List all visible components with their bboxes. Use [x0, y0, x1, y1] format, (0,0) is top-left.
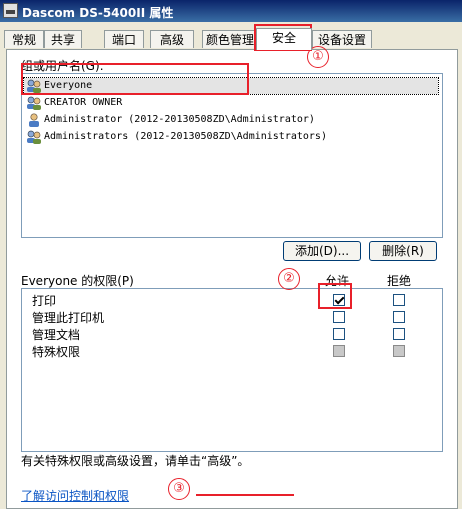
add-button[interactable]: 添加(D)... — [283, 241, 361, 261]
permission-name: 管理此打印机 — [32, 311, 105, 325]
user-group-icon — [27, 130, 41, 144]
user-name: Administrators (2012-20130508ZD\Administ… — [44, 131, 327, 142]
deny-manage-documents-checkbox[interactable] — [393, 328, 405, 340]
deny-special-checkbox — [393, 345, 405, 357]
user-group-icon — [27, 96, 41, 110]
highlight-everyone — [21, 63, 249, 95]
printer-icon — [3, 3, 18, 18]
permission-name: 管理文档 — [32, 328, 81, 342]
annotation-3: ③ — [168, 478, 190, 500]
tab-sharing[interactable]: 共享 — [44, 30, 82, 48]
advanced-note: 有关特殊权限或高级设置，请单击“高级”。 — [21, 454, 250, 468]
learn-more-link[interactable]: 了解访问控制和权限 — [21, 487, 129, 504]
deny-manage-printer-checkbox[interactable] — [393, 311, 405, 323]
allow-manage-documents-checkbox[interactable] — [333, 328, 345, 340]
tab-security[interactable]: 安全 — [256, 28, 312, 50]
user-list[interactable]: Everyone CREATOR OWNER Administrator (20… — [21, 73, 443, 238]
security-panel: 组或用户名(G): Everyone CREATOR OWNER Adminis… — [6, 49, 458, 509]
annotation-arrow-line — [196, 494, 294, 498]
user-name: Administrator (2012-20130508ZD\Administr… — [44, 114, 315, 125]
window-title: Dascom DS-5400II 属性 — [22, 6, 174, 20]
permissions-label: Everyone 的权限(P) — [21, 274, 134, 288]
permissions-list: 打印 管理此打印机 管理文档 特殊权限 — [21, 288, 443, 452]
tab-general[interactable]: 常规 — [4, 30, 44, 48]
watermark-sub: xitongcheng.com — [330, 482, 427, 493]
deny-header: 拒绝 — [387, 274, 412, 288]
allow-manage-printer-checkbox[interactable] — [333, 311, 345, 323]
remove-button[interactable]: 删除(R) — [369, 241, 437, 261]
tab-advanced[interactable]: 高级 — [150, 30, 194, 48]
title-bar: Dascom DS-5400II 属性 — [0, 0, 462, 22]
deny-print-checkbox[interactable] — [393, 294, 405, 306]
annotation-2: ② — [278, 268, 300, 290]
tab-ports[interactable]: 端口 — [104, 30, 144, 48]
tab-device-settings[interactable]: 设备设置 — [312, 30, 372, 48]
user-name: CREATOR OWNER — [44, 97, 123, 108]
watermark-brand: Shenduwin8.com — [283, 461, 457, 482]
permission-name: 特殊权限 — [32, 345, 81, 359]
highlight-allow-print — [318, 283, 352, 309]
permission-name: 打印 — [32, 294, 57, 308]
allow-special-checkbox — [333, 345, 345, 357]
tab-color-management[interactable]: 颜色管理 — [202, 30, 258, 48]
user-icon — [29, 113, 39, 127]
